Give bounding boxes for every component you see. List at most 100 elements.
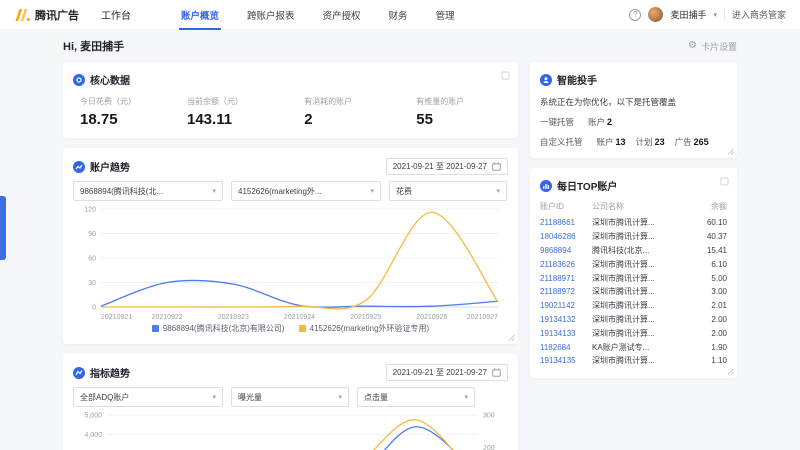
tab-asset-authorization[interactable]: 资产授权 <box>309 0 375 30</box>
company-name: 深圳市腾讯计算... <box>592 273 691 284</box>
account-id-link[interactable]: 21188661 <box>540 218 592 227</box>
metric-current-balance: 当前余额（元） 143.11 <box>187 96 304 128</box>
date-range-picker[interactable]: 2021-09-21 至 2021-09-27 <box>386 158 508 175</box>
account-id-link[interactable]: 19134133 <box>540 329 592 338</box>
metric-value: 55 <box>416 111 508 128</box>
svg-text:0: 0 <box>92 305 96 312</box>
smart-pitcher-title: 智能投手 <box>557 72 597 87</box>
side-drawer-handle[interactable] <box>0 196 6 260</box>
chart-legend: 9868894(腾讯科技(北京)有限公司) 4152626(marketing外… <box>73 323 508 334</box>
adq-account-select[interactable]: 全部ADQ账户 ▾ <box>73 387 223 407</box>
svg-text:20210927: 20210927 <box>467 314 498 321</box>
metric-trend-title: 指标趋势 <box>90 365 130 380</box>
core-data-title: 核心数据 <box>90 72 130 87</box>
table-row: 19134133深圳市腾讯计算...2.00 <box>540 326 727 340</box>
svg-text:90: 90 <box>88 231 96 238</box>
calendar-icon <box>492 162 501 171</box>
date-range-picker[interactable]: 2021-09-21 至 2021-09-27 <box>386 364 508 381</box>
account-id-link[interactable]: 18046286 <box>540 232 592 241</box>
tab-account-overview[interactable]: 账户概览 <box>167 0 233 30</box>
company-name: 腾讯科技(北京... <box>592 245 691 256</box>
one-key-hosting-row: 一键托管 账户2 <box>540 116 727 128</box>
account-id-link[interactable]: 19134135 <box>540 356 592 365</box>
account-trend-icon <box>73 161 85 173</box>
metric-select-cost[interactable]: 花费 ▾ <box>389 181 507 201</box>
calendar-icon <box>492 368 501 377</box>
business-manager-link[interactable]: 进入商务管家 <box>732 8 786 21</box>
svg-text:5,000: 5,000 <box>84 413 102 420</box>
account-id-link[interactable]: 9868894 <box>540 246 592 255</box>
company-name: 深圳市腾讯计算... <box>592 286 691 297</box>
table-row: 19021142深圳市腾讯计算...2.01 <box>540 299 727 313</box>
account-id-link[interactable]: 19021142 <box>540 301 592 310</box>
metric-trend-icon <box>73 367 85 379</box>
table-row: 19134132深圳市腾讯计算...2.00 <box>540 313 727 327</box>
exposure-select[interactable]: 曝光量 ▾ <box>231 387 349 407</box>
card-settings-label: 卡片设置 <box>701 40 737 53</box>
smart-pitcher-icon <box>540 74 552 86</box>
resize-handle[interactable] <box>508 334 515 341</box>
svg-text:20210922: 20210922 <box>152 314 183 321</box>
balance: 2.01 <box>691 301 727 310</box>
legend-swatch <box>299 325 306 332</box>
gear-icon: ⚙ <box>688 41 697 51</box>
metric-trend-card: 指标趋势 2021-09-21 至 2021-09-27 全部ADQ账户 <box>63 354 518 450</box>
top-accounts-icon <box>540 180 552 192</box>
account-id-link[interactable]: 21188971 <box>540 274 592 283</box>
table-row: 21188661深圳市腾讯计算...60.10 <box>540 216 727 230</box>
account-id-link[interactable]: 19134132 <box>540 315 592 324</box>
svg-text:4,000: 4,000 <box>84 432 102 439</box>
tab-finance[interactable]: 财务 <box>375 0 422 30</box>
account-id-link[interactable]: 1182684 <box>540 343 592 352</box>
account-trend-chart: 0306090120202109212021092220210923202109… <box>73 203 508 323</box>
account-trend-card: 账户趋势 2021-09-21 至 2021-09-27 9868894(腾讯科… <box>63 148 518 344</box>
main-content: Hi, 麦田捕手 ⚙ 卡片设置 核心数据 今 <box>63 30 737 450</box>
svg-text:20210925: 20210925 <box>350 314 381 321</box>
company-name: 深圳市腾讯计算... <box>592 300 691 311</box>
top-accounts-table: 账户ID 公司名称 余额 21188661深圳市腾讯计算...60.101804… <box>540 198 727 368</box>
workspace-label[interactable]: 工作台 <box>101 7 131 22</box>
account-select-1[interactable]: 9868894(腾讯科技(北... ▾ <box>73 181 223 201</box>
custom-hosting-row: 自定义托管 账户13 计划23 广告265 <box>540 136 727 148</box>
resize-handle[interactable] <box>727 368 734 375</box>
svg-text:30: 30 <box>88 280 96 287</box>
tab-cross-account-report[interactable]: 跨账户报表 <box>233 0 309 30</box>
card-settings-button[interactable]: ⚙ 卡片设置 <box>688 40 737 53</box>
chevron-down-icon: ▾ <box>713 11 717 19</box>
top-accounts-title: 每日TOP账户 <box>557 178 617 193</box>
avatar[interactable] <box>648 7 663 22</box>
core-data-icon <box>73 74 85 86</box>
tencent-ads-logo-icon <box>14 9 30 21</box>
expand-icon[interactable] <box>720 177 729 186</box>
account-id-link[interactable]: 21183626 <box>540 260 592 269</box>
help-icon[interactable]: ? <box>629 9 641 21</box>
greeting-row: Hi, 麦田捕手 ⚙ 卡片设置 <box>63 38 737 54</box>
core-metrics: 今日花费（元） 18.75 当前余额（元） 143.11 有消耗的账户 2 有推… <box>73 96 508 128</box>
table-row: 9868894腾讯科技(北京...15.41 <box>540 244 727 258</box>
account-trend-filters: 9868894(腾讯科技(北... ▾ 4152626(marketing外..… <box>73 181 508 201</box>
brand-name: 腾讯广告 <box>35 7 79 23</box>
svg-text:20210923: 20210923 <box>218 314 249 321</box>
account-select-2[interactable]: 4152626(marketing外... ▾ <box>231 181 381 201</box>
user-name[interactable]: 麦田捕手 <box>670 8 706 21</box>
company-name: 深圳市腾讯计算... <box>592 217 691 228</box>
company-name: 深圳市腾讯计算... <box>592 259 691 270</box>
metric-trend-filters: 全部ADQ账户 ▾ 曝光量 ▾ 点击量 ▾ <box>73 387 508 407</box>
legend-item: 4152626(marketing外环验证专用) <box>299 323 430 334</box>
brand[interactable]: 腾讯广告 <box>14 7 79 23</box>
metric-promoting-accounts: 有推量的账户 55 <box>416 96 508 128</box>
balance: 5.00 <box>691 274 727 283</box>
table-row: 21183626深圳市腾讯计算...6.10 <box>540 257 727 271</box>
svg-text:120: 120 <box>84 207 96 214</box>
click-select[interactable]: 点击量 ▾ <box>357 387 475 407</box>
table-row: 19134135深圳市腾讯计算...1.10 <box>540 354 727 368</box>
balance: 2.00 <box>691 315 727 324</box>
tab-management[interactable]: 管理 <box>422 0 469 30</box>
legend-item: 9868894(腾讯科技(北京)有限公司) <box>152 323 285 334</box>
resize-handle[interactable] <box>727 148 734 155</box>
expand-icon[interactable] <box>501 71 510 80</box>
account-id-link[interactable]: 21188972 <box>540 287 592 296</box>
table-row: 21188971深圳市腾讯计算...5.00 <box>540 271 727 285</box>
nav-tabs: 账户概览 跨账户报表 资产授权 财务 管理 <box>167 0 469 30</box>
company-name: 深圳市腾讯计算... <box>592 328 691 339</box>
